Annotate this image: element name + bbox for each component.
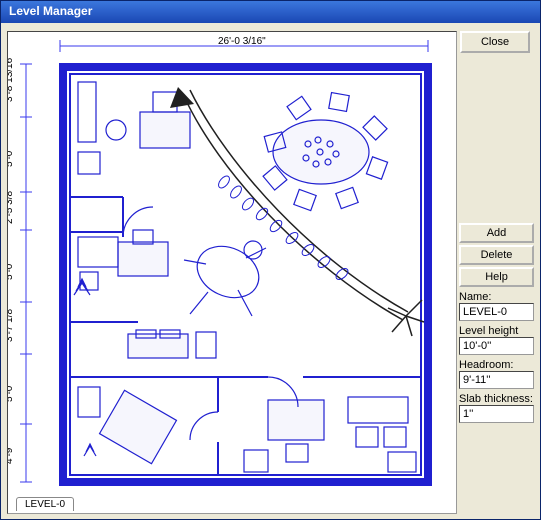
content-area: Close 26'-0 3/16" — [1, 23, 540, 519]
side-panel: Add Delete Help Name: Level height Headr… — [459, 223, 534, 423]
window-title: Level Manager — [9, 4, 92, 18]
dim-top: 26'-0 3/16" — [218, 36, 266, 47]
name-label: Name: — [459, 291, 534, 303]
name-field[interactable] — [459, 303, 534, 321]
floorplan-canvas[interactable]: 26'-0 3/16" 3'-8 13/16" 5'-0" 2'-5 3/8" … — [7, 31, 457, 514]
dim-left-5: 5'-0" — [8, 382, 15, 402]
help-button[interactable]: Help — [459, 267, 534, 287]
delete-button[interactable]: Delete — [459, 245, 534, 265]
star-burst-icon — [388, 300, 424, 336]
headroom-label: Headroom: — [459, 359, 534, 371]
titlebar: Level Manager — [1, 1, 540, 23]
dim-left-3: 5'-0" — [8, 260, 15, 280]
floorplan-svg: 26'-0 3/16" 3'-8 13/16" 5'-0" 2'-5 3/8" … — [8, 32, 457, 497]
slab-field[interactable] — [459, 405, 534, 423]
level-height-label: Level height — [459, 325, 534, 337]
level-manager-window: Level Manager Close 26'-0 3/16" — [0, 0, 541, 520]
close-button[interactable]: Close — [460, 31, 530, 53]
headroom-field[interactable] — [459, 371, 534, 389]
person-figure — [184, 237, 267, 316]
dim-left-4: 3'-7 1/8" — [8, 305, 15, 342]
level-height-field[interactable] — [459, 337, 534, 355]
footprints-icon — [216, 174, 349, 281]
level-tab[interactable]: LEVEL-0 — [16, 497, 74, 511]
add-button[interactable]: Add — [459, 223, 534, 243]
slab-label: Slab thickness: — [459, 393, 534, 405]
dim-left-2: 2'-5 3/8" — [8, 187, 15, 224]
dim-left-1: 5'-0" — [8, 147, 15, 167]
dim-left-6: 4'-9" — [8, 444, 15, 464]
dim-left-0: 3'-8 13/16" — [8, 54, 15, 102]
